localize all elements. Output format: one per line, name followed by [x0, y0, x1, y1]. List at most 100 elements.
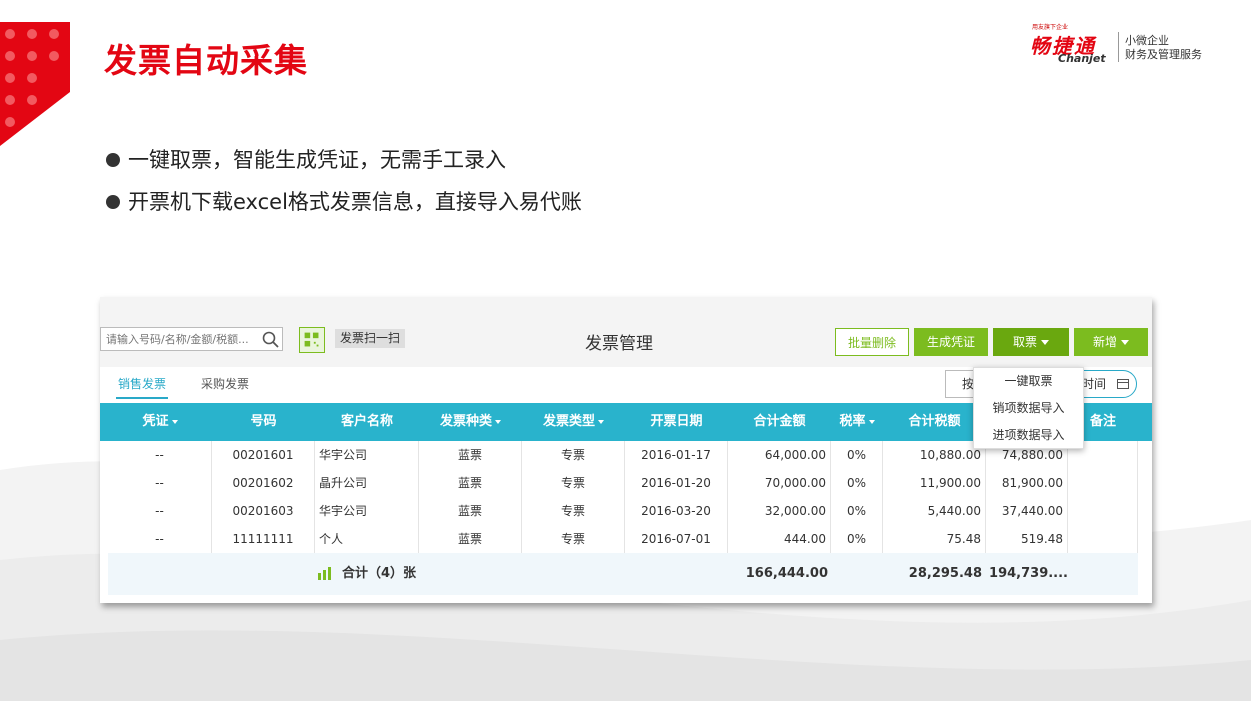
- sort-caret-icon: [495, 419, 501, 424]
- table-cell-customer: 华宇公司: [315, 441, 419, 469]
- table-row[interactable]: -- 00201602 晶升公司 蓝票 专票 2016-01-20 70,000.00 0% 1…: [108, 469, 1138, 498]
- invoice-management-window: 发票扫一扫 发票管理 批量删除 生成凭证 取票 新增 销售发票 采购发票 按 时…: [100, 297, 1152, 603]
- table-cell-rate: 0%: [831, 469, 883, 497]
- table-cell-customer: 晶升公司: [315, 469, 419, 497]
- menu-item-one-click-fetch[interactable]: 一键取票: [974, 368, 1083, 395]
- search-box[interactable]: [100, 327, 283, 351]
- column-header: 客户名称: [340, 414, 393, 429]
- bullet-item: 一键取票，智能生成凭证，无需手工录入: [106, 138, 582, 180]
- table-cell-date: 2016-01-20: [625, 469, 728, 497]
- total-sum: 194,739....: [989, 566, 1068, 581]
- sort-caret-icon: [171, 419, 178, 424]
- logo-line2: 财务及管理服务: [1125, 48, 1202, 61]
- logo-separator: [1118, 32, 1119, 62]
- sort-caret-icon: [868, 419, 875, 424]
- table-cell-number: 00201602: [212, 469, 315, 497]
- table-cell-voucher: --: [108, 469, 212, 497]
- bullet-text: 开票机下载excel格式发票信息，直接导入易代账: [128, 190, 582, 214]
- table-cell-amount: 64,000.00: [728, 441, 831, 469]
- table-cell-rate: 0%: [831, 497, 883, 525]
- qr-code-icon[interactable]: [299, 327, 325, 353]
- tab-sales-invoice[interactable]: 销售发票: [115, 375, 169, 399]
- column-header: 合计税额: [908, 414, 961, 429]
- table-cell-type: 专票: [522, 497, 625, 525]
- sort-caret-icon: [598, 419, 604, 424]
- table-cell-date: 2016-01-17: [625, 441, 728, 469]
- table-cell-amount: 444.00: [728, 525, 831, 553]
- table-cell-type: 专票: [522, 525, 625, 553]
- fetch-invoice-label: 取票: [1012, 335, 1037, 349]
- table-cell-type: 专票: [522, 441, 625, 469]
- bar-chart-icon: [318, 567, 331, 580]
- table-cell-customer: 个人: [315, 525, 419, 553]
- table-row[interactable]: -- 11111111 个人 蓝票 专票 2016-07-01 444.00 0% 75.48 5…: [108, 525, 1138, 554]
- table-cell-date: 2016-07-01: [625, 525, 728, 553]
- column-header: 开票日期: [650, 414, 703, 429]
- column-header: 合计金额: [753, 414, 806, 429]
- generate-voucher-button[interactable]: 生成凭证: [914, 328, 988, 356]
- fetch-dropdown-menu: 一键取票 销项数据导入 进项数据导入: [973, 367, 1084, 449]
- table-cell-amount: 70,000.00: [728, 469, 831, 497]
- table-cell-note: [1068, 525, 1138, 553]
- table-cell-note: [1068, 469, 1138, 497]
- bullet-list: 一键取票，智能生成凭证，无需手工录入 开票机下载excel格式发票信息，直接导入…: [106, 138, 582, 222]
- table-cell-number: 11111111: [212, 525, 315, 553]
- chanjet-logo: 用友旗下企业 畅捷通 Chanjet 小微企业 财务及管理服务: [1030, 22, 1210, 70]
- table-cell-number: 00201603: [212, 497, 315, 525]
- slide-title: 发票自动采集: [104, 41, 308, 80]
- bullet-text: 一键取票，智能生成凭证，无需手工录入: [128, 148, 506, 172]
- menu-item-output-import[interactable]: 销项数据导入: [974, 395, 1083, 422]
- add-new-button[interactable]: 新增: [1074, 328, 1148, 356]
- table-cell-voucher: --: [108, 497, 212, 525]
- caret-down-icon: [1121, 340, 1129, 345]
- batch-delete-button[interactable]: 批量删除: [835, 328, 909, 356]
- table-cell-tax: 10,880.00: [883, 441, 986, 469]
- table-cell-rate: 0%: [831, 441, 883, 469]
- search-input[interactable]: [101, 328, 256, 349]
- column-header: 号码: [250, 414, 277, 429]
- table-cell-tax: 5,440.00: [883, 497, 986, 525]
- menu-item-input-import[interactable]: 进项数据导入: [974, 422, 1083, 449]
- table-cell-customer: 华宇公司: [315, 497, 419, 525]
- table-cell-type: 专票: [522, 469, 625, 497]
- total-tax: 28,295.48: [908, 566, 982, 581]
- page-title: 发票管理: [585, 334, 653, 354]
- table-cell-kind: 蓝票: [419, 525, 522, 553]
- table-cell-kind: 蓝票: [419, 497, 522, 525]
- totals-row: 合计（4）张 166,444.00 28,295.48 194,739....: [108, 553, 1138, 595]
- table-cell-date: 2016-03-20: [625, 497, 728, 525]
- calendar-icon: [1117, 379, 1129, 389]
- column-header[interactable]: 凭证: [108, 403, 212, 441]
- bullet-item: 开票机下载excel格式发票信息，直接导入易代账: [106, 180, 582, 222]
- table-cell-number: 00201601: [212, 441, 315, 469]
- toolbar: 发票扫一扫 发票管理 批量删除 生成凭证 取票 新增: [100, 297, 1152, 367]
- table-cell-amount: 32,000.00: [728, 497, 831, 525]
- search-icon[interactable]: [262, 331, 279, 348]
- table-cell-total: 519.48: [986, 525, 1068, 553]
- table-cell-tax: 75.48: [883, 525, 986, 553]
- column-header[interactable]: 发票类型: [522, 403, 625, 441]
- tab-purchase-invoice[interactable]: 采购发票: [201, 375, 249, 392]
- column-header[interactable]: 税率: [831, 403, 883, 441]
- table-cell-rate: 0%: [831, 525, 883, 553]
- bullet-dot-icon: [106, 195, 120, 209]
- add-new-label: 新增: [1092, 335, 1117, 349]
- table-cell-total: 81,900.00: [986, 469, 1068, 497]
- totals-label: 合计（4）张: [342, 566, 417, 581]
- logo-english-name: Chanjet: [1058, 52, 1106, 65]
- table-cell-kind: 蓝票: [419, 441, 522, 469]
- table-cell-note: [1068, 497, 1138, 525]
- caret-down-icon: [1041, 340, 1049, 345]
- bullet-dot-icon: [106, 153, 120, 167]
- table-cell-voucher: --: [108, 441, 212, 469]
- table-cell-kind: 蓝票: [419, 469, 522, 497]
- invoice-scan-button[interactable]: 发票扫一扫: [335, 329, 406, 348]
- table-cell-total: 37,440.00: [986, 497, 1068, 525]
- corner-decoration: [0, 22, 70, 146]
- table-cell-tax: 11,900.00: [883, 469, 986, 497]
- fetch-invoice-button[interactable]: 取票: [993, 328, 1069, 356]
- column-header[interactable]: 发票种类: [419, 403, 522, 441]
- total-amount: 166,444.00: [745, 566, 828, 581]
- table-cell-voucher: --: [108, 525, 212, 553]
- table-row[interactable]: -- 00201603 华宇公司 蓝票 专票 2016-03-20 32,000.00 0% 5…: [108, 497, 1138, 526]
